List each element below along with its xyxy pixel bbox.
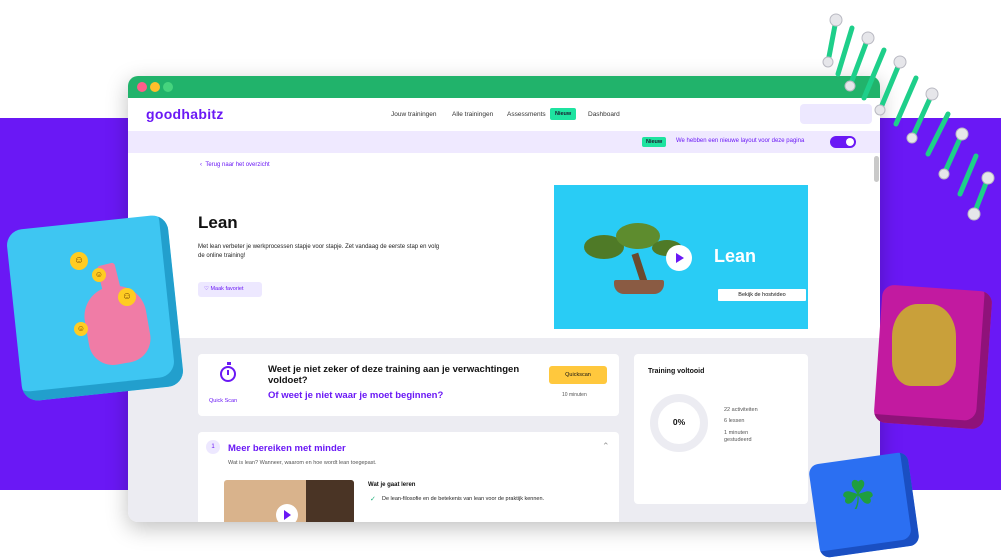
thumbnail-shade [306,480,354,522]
notice-text: We hebben een nieuwe layout voor deze pa… [676,138,805,144]
smiley-icon: ☺ [74,322,88,336]
study-time-label: gestudeerd [724,437,752,443]
maximize-dot-icon[interactable] [163,82,173,92]
browser-window: goodhabitz Jouw trainingen Alle training… [128,76,880,522]
bonsai-pot [614,280,664,294]
activities-count: 22 activiteiten [724,407,758,413]
new-badge: Nieuw [550,108,577,120]
quickscan-button[interactable]: Quickscan [549,366,607,384]
layout-notice-bar: Nieuw We hebben een nieuwe layout voor d… [128,131,880,153]
page-description: Met lean verbeter je werkprocessen stapj… [198,244,440,259]
smiley-icon: ☺ [118,288,136,306]
lesson-number: 1 [206,440,220,454]
lesson-description: Wat is lean? Wanneer, waarom en hoe word… [228,460,377,466]
stopwatch-icon [220,362,236,382]
progress-title: Training voltooid [648,368,705,375]
check-icon: ✓ [370,496,376,503]
nav-link-dashboard[interactable]: Dashboard [588,111,620,118]
lesson-video-thumbnail[interactable] [224,480,354,522]
smiley-icon: ☺ [70,252,88,270]
favorite-button[interactable]: ♡ Maak favoriet [198,282,262,297]
close-dot-icon[interactable] [137,82,147,92]
smiley-icon: ☺ [92,268,106,282]
page-title: Lean [198,213,238,232]
goodhabitz-logo[interactable]: goodhabitz [146,106,224,122]
back-link-label: Terug naar het overzicht [205,162,270,168]
minimize-dot-icon[interactable] [150,82,160,92]
dna-helix-illustration [822,13,995,221]
lessons-count: 6 lessen [724,418,745,424]
play-icon[interactable] [276,504,298,522]
lesson-card: 1 Meer bereiken met minder ⌃ Wat is lean… [198,432,619,522]
hero-title: Lean [714,246,757,266]
quickscan-subquestion: Of weet je niet waar je moet beginnen? [268,390,444,401]
bonsai-trunk [631,252,648,284]
play-icon[interactable] [666,245,692,271]
progress-percent: 0% [672,417,686,427]
back-to-overview-link[interactable]: ‹ Terug naar het overzicht [200,162,270,168]
watch-host-video-button[interactable]: Bekijk de hostvideo [718,289,806,301]
training-progress-card: Training voltooid 0% 22 activiteiten 6 l… [634,354,808,504]
quickscan-duration: 10 minuten [562,392,587,398]
quickscan-card: Quick Scan Weet je niet zeker of deze tr… [198,354,619,416]
buddha-figure-illustration [892,304,956,386]
chevron-up-icon[interactable]: ⌃ [602,441,610,452]
notice-new-badge: Nieuw [642,137,667,147]
quickscan-question: Weet je niet zeker of deze training aan … [268,364,520,386]
favorite-label: Maak favoriet [210,286,244,292]
hero-video-banner[interactable]: Lean Bekijk de hostvideo [554,185,808,329]
lesson-title[interactable]: Meer bereiken met minder [228,443,346,454]
nav-link-assessments[interactable]: Assessments [507,111,546,118]
quickscan-label: Quick Scan [209,398,238,404]
top-navbar: goodhabitz Jouw trainingen Alle training… [128,98,880,131]
study-time: 1 minuten [724,430,749,436]
nav-link-jouw-trainingen[interactable]: Jouw trainingen [391,111,437,118]
nav-link-alle-trainingen[interactable]: Alle trainingen [452,111,493,118]
clover-icon: ☘ [840,474,876,518]
learn-point: De lean-filosofie en de betekenis van le… [382,496,545,502]
window-titlebar [128,76,880,98]
learn-heading: Wat je gaat leren [368,482,416,488]
